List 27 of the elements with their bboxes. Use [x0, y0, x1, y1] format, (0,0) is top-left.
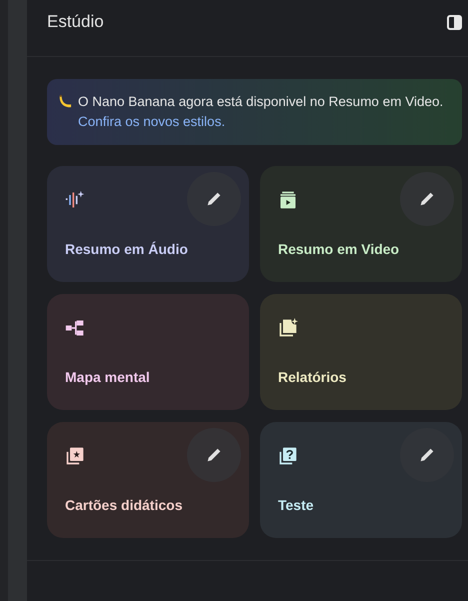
card-stack-question-icon	[278, 446, 298, 466]
pencil-icon	[205, 190, 223, 208]
tile-label: Resumo em Video	[278, 240, 400, 259]
panel-toggle-icon[interactable]	[447, 14, 462, 30]
pencil-icon	[418, 446, 436, 464]
styles-link[interactable]: Confira os novos estilos.	[78, 114, 226, 129]
document-stack-sparkle-icon	[278, 318, 298, 338]
card-stack-star-icon	[65, 446, 85, 466]
tile-label: Teste	[278, 496, 314, 515]
studio-tile[interactable]: Teste	[260, 422, 462, 538]
tile-label: Relatórios	[278, 368, 346, 387]
pencil-icon	[418, 190, 436, 208]
studio-tile[interactable]: Resumo em Áudio	[47, 166, 249, 282]
studio-tile[interactable]: Resumo em Video	[260, 166, 462, 282]
studio-tile[interactable]: Relatórios	[260, 294, 462, 410]
banana-icon	[57, 94, 72, 109]
tile-label: Cartões didáticos	[65, 496, 182, 515]
panel-title: Estúdio	[47, 11, 104, 34]
tile-label: Mapa mental	[65, 368, 150, 387]
studio-tile[interactable]: Cartões didáticos	[47, 422, 249, 538]
studio-tile[interactable]: Mapa mental	[47, 294, 249, 410]
video-stack-icon	[278, 190, 298, 210]
announcement-text: O Nano Banana agora está disponivel no Resumo em Video. Confira os novos estilos.	[78, 93, 444, 131]
pencil-icon	[205, 446, 223, 464]
sparkle-waveform-icon	[65, 190, 85, 210]
mind-map-icon	[65, 318, 85, 338]
tile-label: Resumo em Áudio	[65, 240, 188, 259]
